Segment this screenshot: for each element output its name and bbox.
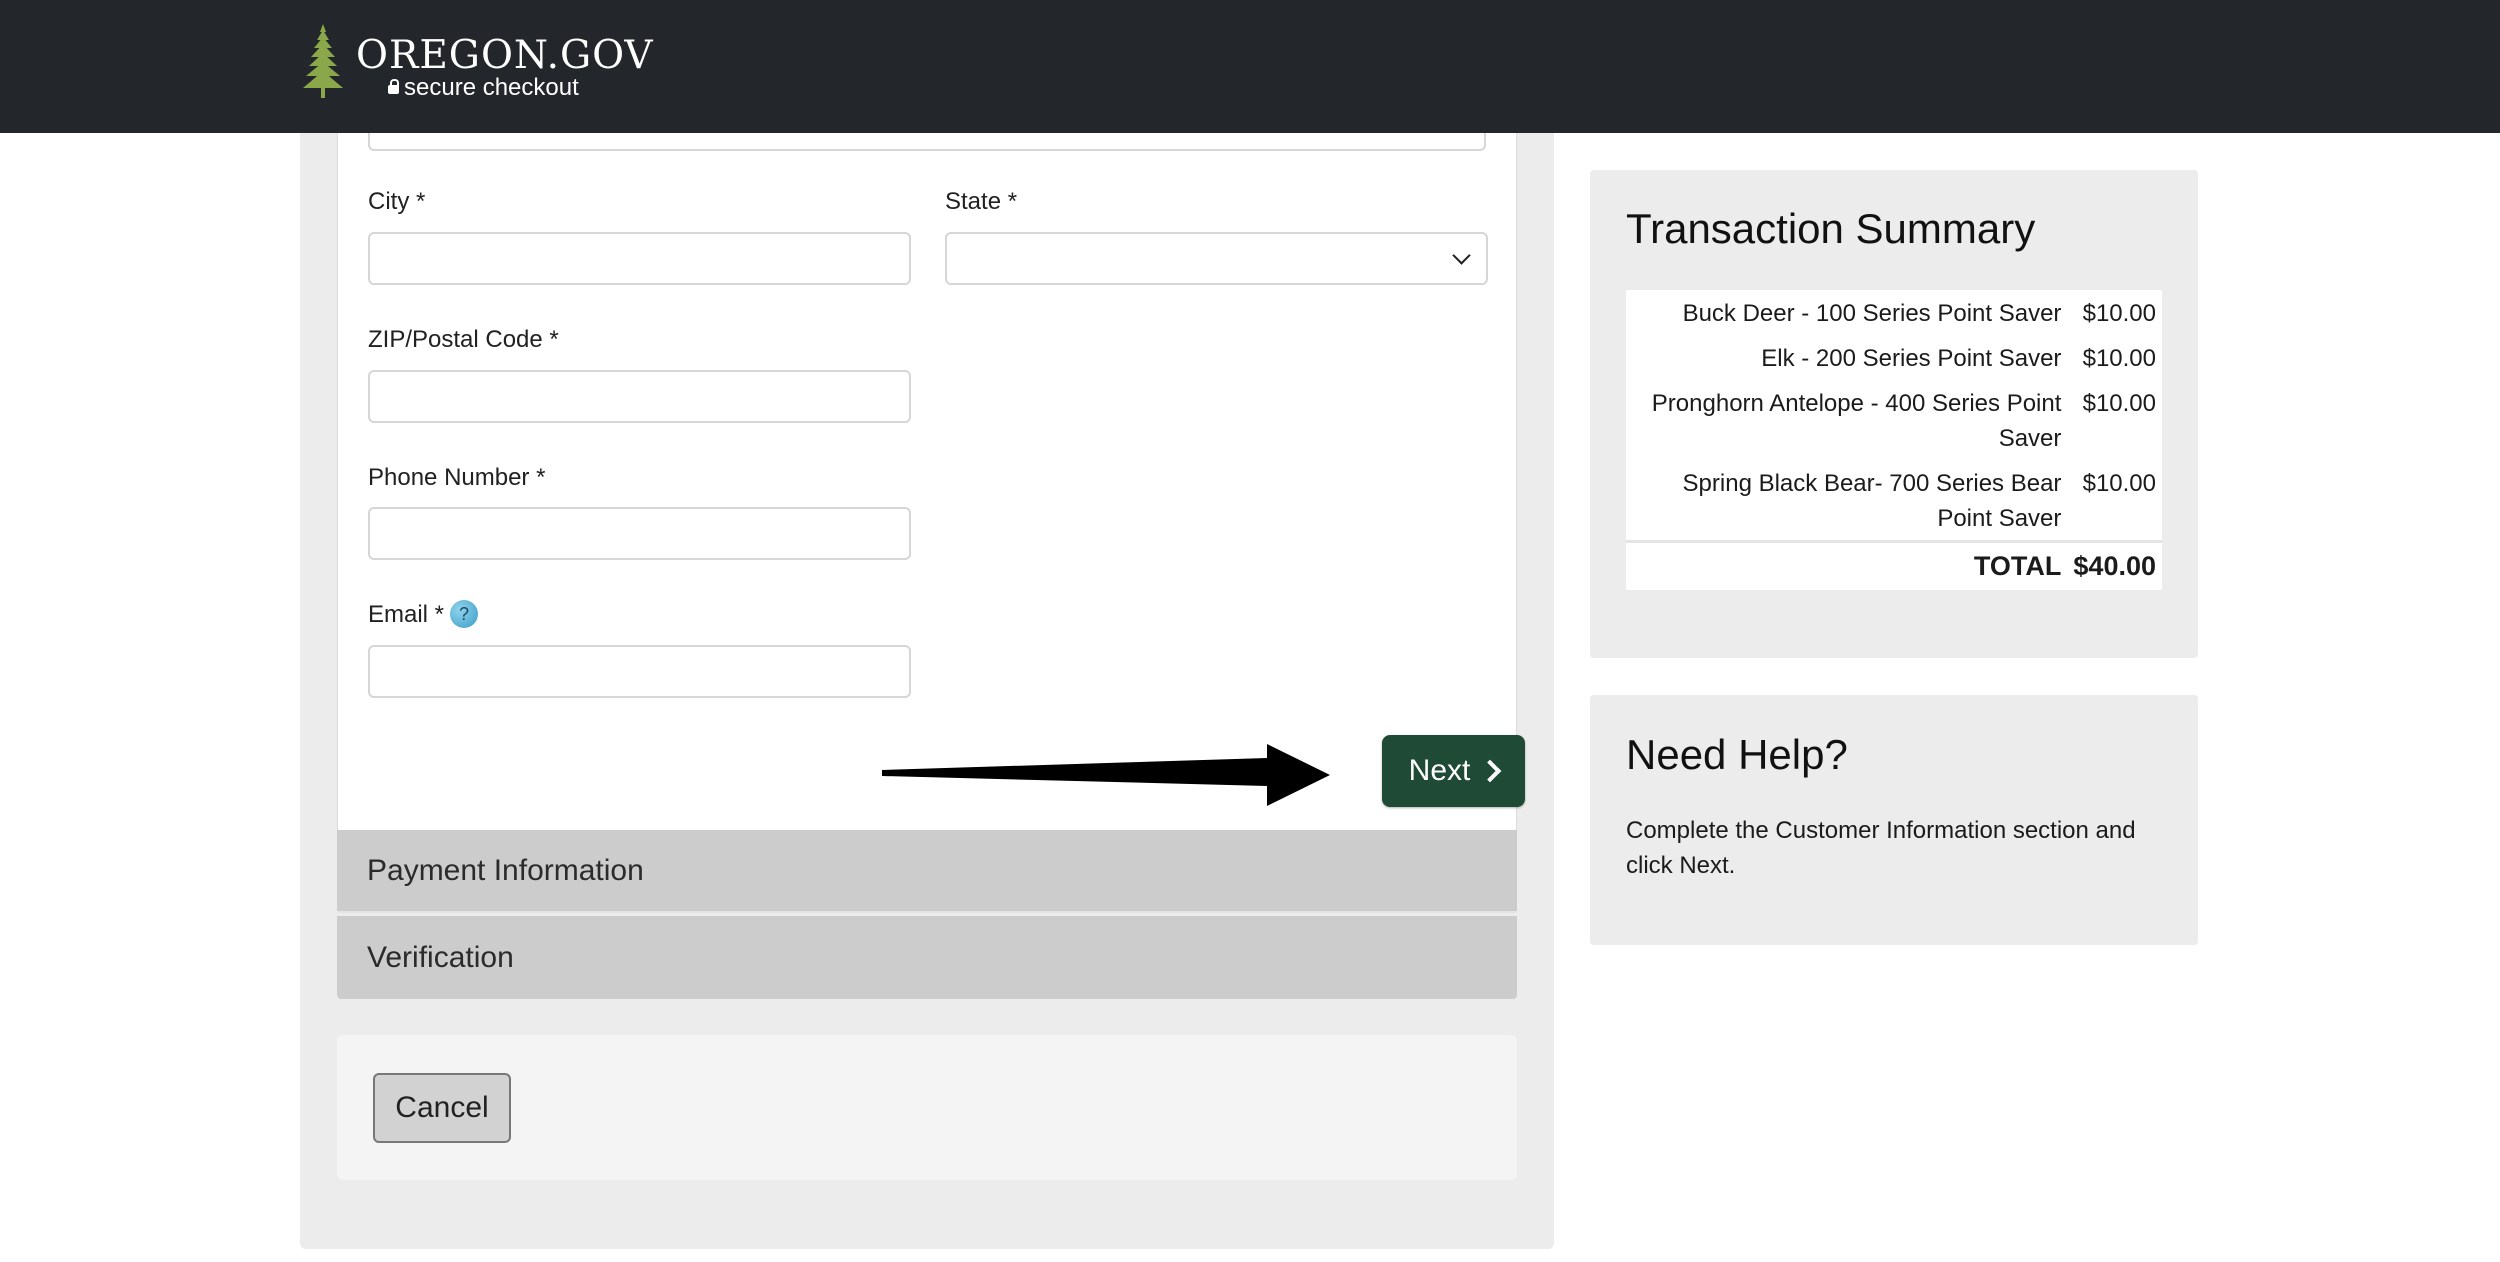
email-input[interactable] xyxy=(368,645,911,698)
state-label: State * xyxy=(945,188,1018,215)
verification-label: Verification xyxy=(367,940,514,974)
chevron-down-icon xyxy=(1452,246,1471,265)
state-select[interactable] xyxy=(945,232,1488,285)
transaction-summary-panel: Transaction Summary Buck Deer - 100 Seri… xyxy=(1590,170,2198,658)
need-help-panel: Need Help? Complete the Customer Informa… xyxy=(1590,695,2198,945)
help-text: Complete the Customer Information sectio… xyxy=(1626,817,2136,879)
item-amount: $10.00 xyxy=(2082,300,2156,327)
annotation-arrow-icon xyxy=(882,744,1330,806)
email-label-row: Email *? xyxy=(368,599,479,630)
item-name: Pronghorn Antelope - 400 Series Point Sa… xyxy=(1651,390,2062,452)
top-header: OREGON.GOV secure checkout xyxy=(0,0,2500,133)
city-input[interactable] xyxy=(368,232,911,285)
next-button-label: Next xyxy=(1408,754,1471,787)
secure-checkout-text: secure checkout xyxy=(404,74,579,101)
item-name: Spring Black Bear- 700 Series Bear Point… xyxy=(1682,470,2062,532)
need-help-title: Need Help? xyxy=(1626,731,1848,778)
table-row: Pronghorn Antelope - 400 Series Point Sa… xyxy=(1626,380,2162,460)
cancel-area: Cancel xyxy=(337,1035,1517,1180)
table-row: Buck Deer - 100 Series Point Saver $10.0… xyxy=(1626,290,2162,335)
email-label: Email * xyxy=(368,601,445,628)
phone-label: Phone Number * xyxy=(368,464,546,491)
zip-input[interactable] xyxy=(368,370,911,423)
phone-input[interactable] xyxy=(368,507,911,560)
table-row: Elk - 200 Series Point Saver $10.00 xyxy=(1626,335,2162,380)
checkout-panel: City * State * ZIP/Postal Code * Phone N… xyxy=(300,113,1554,1249)
item-name: Buck Deer - 100 Series Point Saver xyxy=(1682,300,2062,327)
next-button[interactable]: Next xyxy=(1382,735,1525,807)
transaction-summary-table: Buck Deer - 100 Series Point Saver $10.0… xyxy=(1626,290,2162,590)
table-row: Spring Black Bear- 700 Series Bear Point… xyxy=(1626,460,2162,542)
customer-information-form: City * State * ZIP/Postal Code * Phone N… xyxy=(337,113,1525,830)
payment-information-label: Payment Information xyxy=(367,853,644,887)
lock-icon xyxy=(388,79,399,94)
total-row: TOTAL $40.00 xyxy=(1626,540,2162,590)
item-name: Elk - 200 Series Point Saver xyxy=(1761,345,2062,372)
item-amount: $10.00 xyxy=(2082,470,2156,497)
brand-name: OREGON.GOV xyxy=(356,33,654,78)
help-icon[interactable]: ? xyxy=(450,599,479,628)
transaction-summary-title: Transaction Summary xyxy=(1626,205,2036,252)
cancel-button[interactable]: Cancel xyxy=(373,1073,511,1143)
payment-information-section[interactable]: Payment Information xyxy=(337,830,1517,913)
verification-section[interactable]: Verification xyxy=(337,916,1517,999)
city-label: City * xyxy=(368,188,426,215)
secure-checkout-label: secure checkout xyxy=(388,76,579,100)
tree-icon xyxy=(303,24,343,98)
item-amount: $10.00 xyxy=(2082,390,2156,417)
total-amount: $40.00 xyxy=(2067,540,2162,590)
chevron-right-icon xyxy=(1479,759,1502,783)
item-amount: $10.00 xyxy=(2082,345,2156,372)
total-label: TOTAL xyxy=(1626,540,2068,590)
zip-label: ZIP/Postal Code * xyxy=(368,326,559,353)
